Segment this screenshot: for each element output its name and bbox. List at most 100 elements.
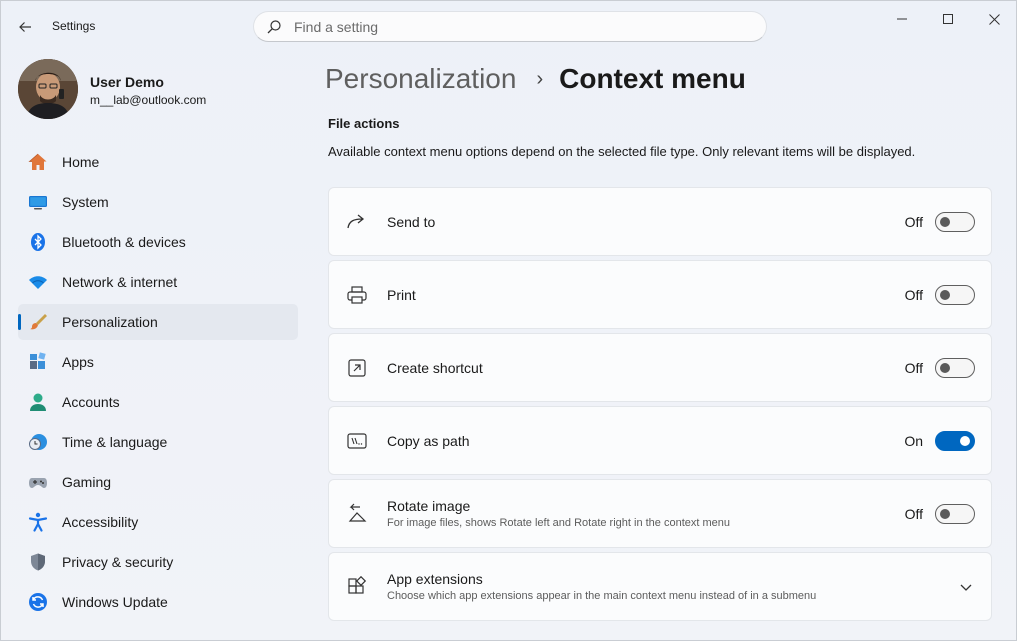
setting-text: Print: [387, 287, 416, 303]
path-icon: [346, 430, 368, 452]
rotate-image-toggle[interactable]: [935, 503, 975, 524]
print-toggle[interactable]: [935, 284, 975, 305]
setting-label: App extensions: [387, 571, 483, 587]
shield-icon: [27, 551, 49, 573]
setting-text: Create shortcut: [387, 360, 483, 376]
sidebar-item-label: Personalization: [62, 314, 158, 330]
sidebar-item-label: Accessibility: [62, 514, 139, 530]
setting-label: Rotate image: [387, 498, 471, 514]
avatar[interactable]: [18, 59, 78, 119]
rotate-icon: [346, 503, 368, 525]
sidebar-item-label: Windows Update: [62, 594, 168, 610]
toggle-knob: [940, 289, 950, 300]
section-description: Available context menu options depend on…: [328, 144, 916, 159]
home-icon: [27, 151, 49, 173]
close-icon: [988, 13, 1000, 25]
breadcrumb-parent-link[interactable]: Personalization: [325, 63, 516, 95]
brush-icon: [27, 311, 49, 333]
sidebar-item-label: Privacy & security: [62, 554, 174, 570]
sidebar-item-label: Apps: [62, 354, 94, 370]
bluetooth-icon: [27, 231, 49, 253]
sidebar-nav: Home System Bluetooth & devices Network …: [18, 144, 298, 624]
sidebar-item-personalization[interactable]: Personalization: [18, 304, 298, 340]
extensions-icon: [346, 575, 368, 598]
setting-label: Print: [387, 286, 416, 303]
maximize-button[interactable]: [925, 5, 971, 33]
sidebar-item-label: Time & language: [62, 434, 168, 450]
toggle-state-label: On: [904, 432, 923, 449]
sidebar-item-label: Gaming: [62, 474, 112, 490]
chevron-down-icon[interactable]: [959, 580, 973, 594]
accessibility-icon: [27, 511, 49, 533]
toggle-state-label: Off: [904, 213, 923, 230]
sidebar-item-privacy[interactable]: Privacy & security: [18, 544, 298, 580]
setting-description: For image files, shows Rotate left and R…: [387, 517, 731, 529]
setting-text: App extensions Choose which app extensio…: [387, 571, 816, 602]
section-title: File actions: [328, 116, 400, 131]
send-to-toggle[interactable]: [935, 211, 975, 232]
toggle-knob: [940, 362, 950, 373]
sidebar-item-label: Network & internet: [62, 274, 178, 290]
back-button[interactable]: [11, 13, 39, 41]
toggle-state-label: Off: [904, 359, 923, 376]
setting-create-shortcut: Create shortcut Off: [328, 333, 992, 402]
toggle-knob: [940, 216, 950, 227]
setting-text: Copy as path: [387, 433, 470, 449]
setting-label: Send to: [387, 213, 436, 230]
clock-globe-icon: [27, 431, 49, 453]
sidebar-item-label: Home: [62, 154, 100, 170]
sidebar-item-system[interactable]: System: [18, 184, 298, 220]
wifi-icon: [27, 271, 49, 293]
toggle-knob: [940, 508, 950, 519]
setting-label: Create shortcut: [387, 359, 483, 376]
sidebar-item-label: Bluetooth & devices: [62, 234, 186, 250]
back-arrow-icon: [19, 22, 31, 32]
search-box[interactable]: [253, 11, 767, 42]
sidebar-item-label: Accounts: [62, 394, 120, 410]
sidebar-item-network[interactable]: Network & internet: [18, 264, 298, 300]
close-button[interactable]: [971, 5, 1017, 33]
breadcrumb-separator: ›: [536, 67, 544, 90]
sidebar-item-accessibility[interactable]: Accessibility: [18, 504, 298, 540]
settings-window: Settings User Demo m__lab@outlook.com: [0, 0, 1017, 641]
search-input[interactable]: [294, 18, 734, 35]
setting-description: Choose which app extensions appear in th…: [387, 590, 817, 602]
sidebar-item-bluetooth[interactable]: Bluetooth & devices: [18, 224, 298, 260]
page-title: Context menu: [559, 63, 746, 94]
sidebar-item-accounts[interactable]: Accounts: [18, 384, 298, 420]
setting-copy-as-path: Copy as path On: [328, 406, 992, 475]
user-photo-icon: [18, 59, 78, 119]
sidebar-item-time-language[interactable]: Time & language: [18, 424, 298, 460]
gamepad-icon: [27, 471, 49, 493]
toggle-state-label: Off: [904, 505, 923, 522]
printer-icon: [346, 284, 368, 306]
setting-send-to: Send to Off: [328, 187, 992, 256]
setting-rotate-image: Rotate image For image files, shows Rota…: [328, 479, 992, 548]
toggle-state-label: Off: [904, 286, 923, 303]
system-icon: [27, 191, 49, 213]
search-icon: [267, 19, 281, 33]
minimize-icon: [897, 18, 907, 20]
app-title: Settings: [52, 19, 96, 33]
sidebar-item-windows-update[interactable]: Windows Update: [18, 584, 298, 620]
sidebar-item-gaming[interactable]: Gaming: [18, 464, 298, 500]
share-arrow-icon: [346, 211, 368, 233]
user-name: User Demo: [90, 74, 164, 90]
create-shortcut-toggle[interactable]: [935, 357, 975, 378]
toggle-knob: [960, 435, 970, 446]
apps-icon: [27, 351, 49, 373]
setting-app-extensions[interactable]: App extensions Choose which app extensio…: [328, 552, 992, 621]
breadcrumb: Personalization › Context menu: [325, 59, 746, 99]
minimize-button[interactable]: [879, 5, 925, 33]
sidebar-item-label: System: [62, 194, 109, 210]
setting-print: Print Off: [328, 260, 992, 329]
sidebar-item-home[interactable]: Home: [18, 144, 298, 180]
update-icon: [27, 591, 49, 613]
shortcut-icon: [346, 357, 368, 379]
setting-label: Copy as path: [387, 432, 470, 449]
sidebar-item-apps[interactable]: Apps: [18, 344, 298, 380]
user-email: m__lab@outlook.com: [90, 93, 207, 107]
setting-text: Rotate image For image files, shows Rota…: [387, 498, 730, 529]
accounts-icon: [27, 391, 49, 413]
copy-as-path-toggle[interactable]: [935, 430, 975, 451]
